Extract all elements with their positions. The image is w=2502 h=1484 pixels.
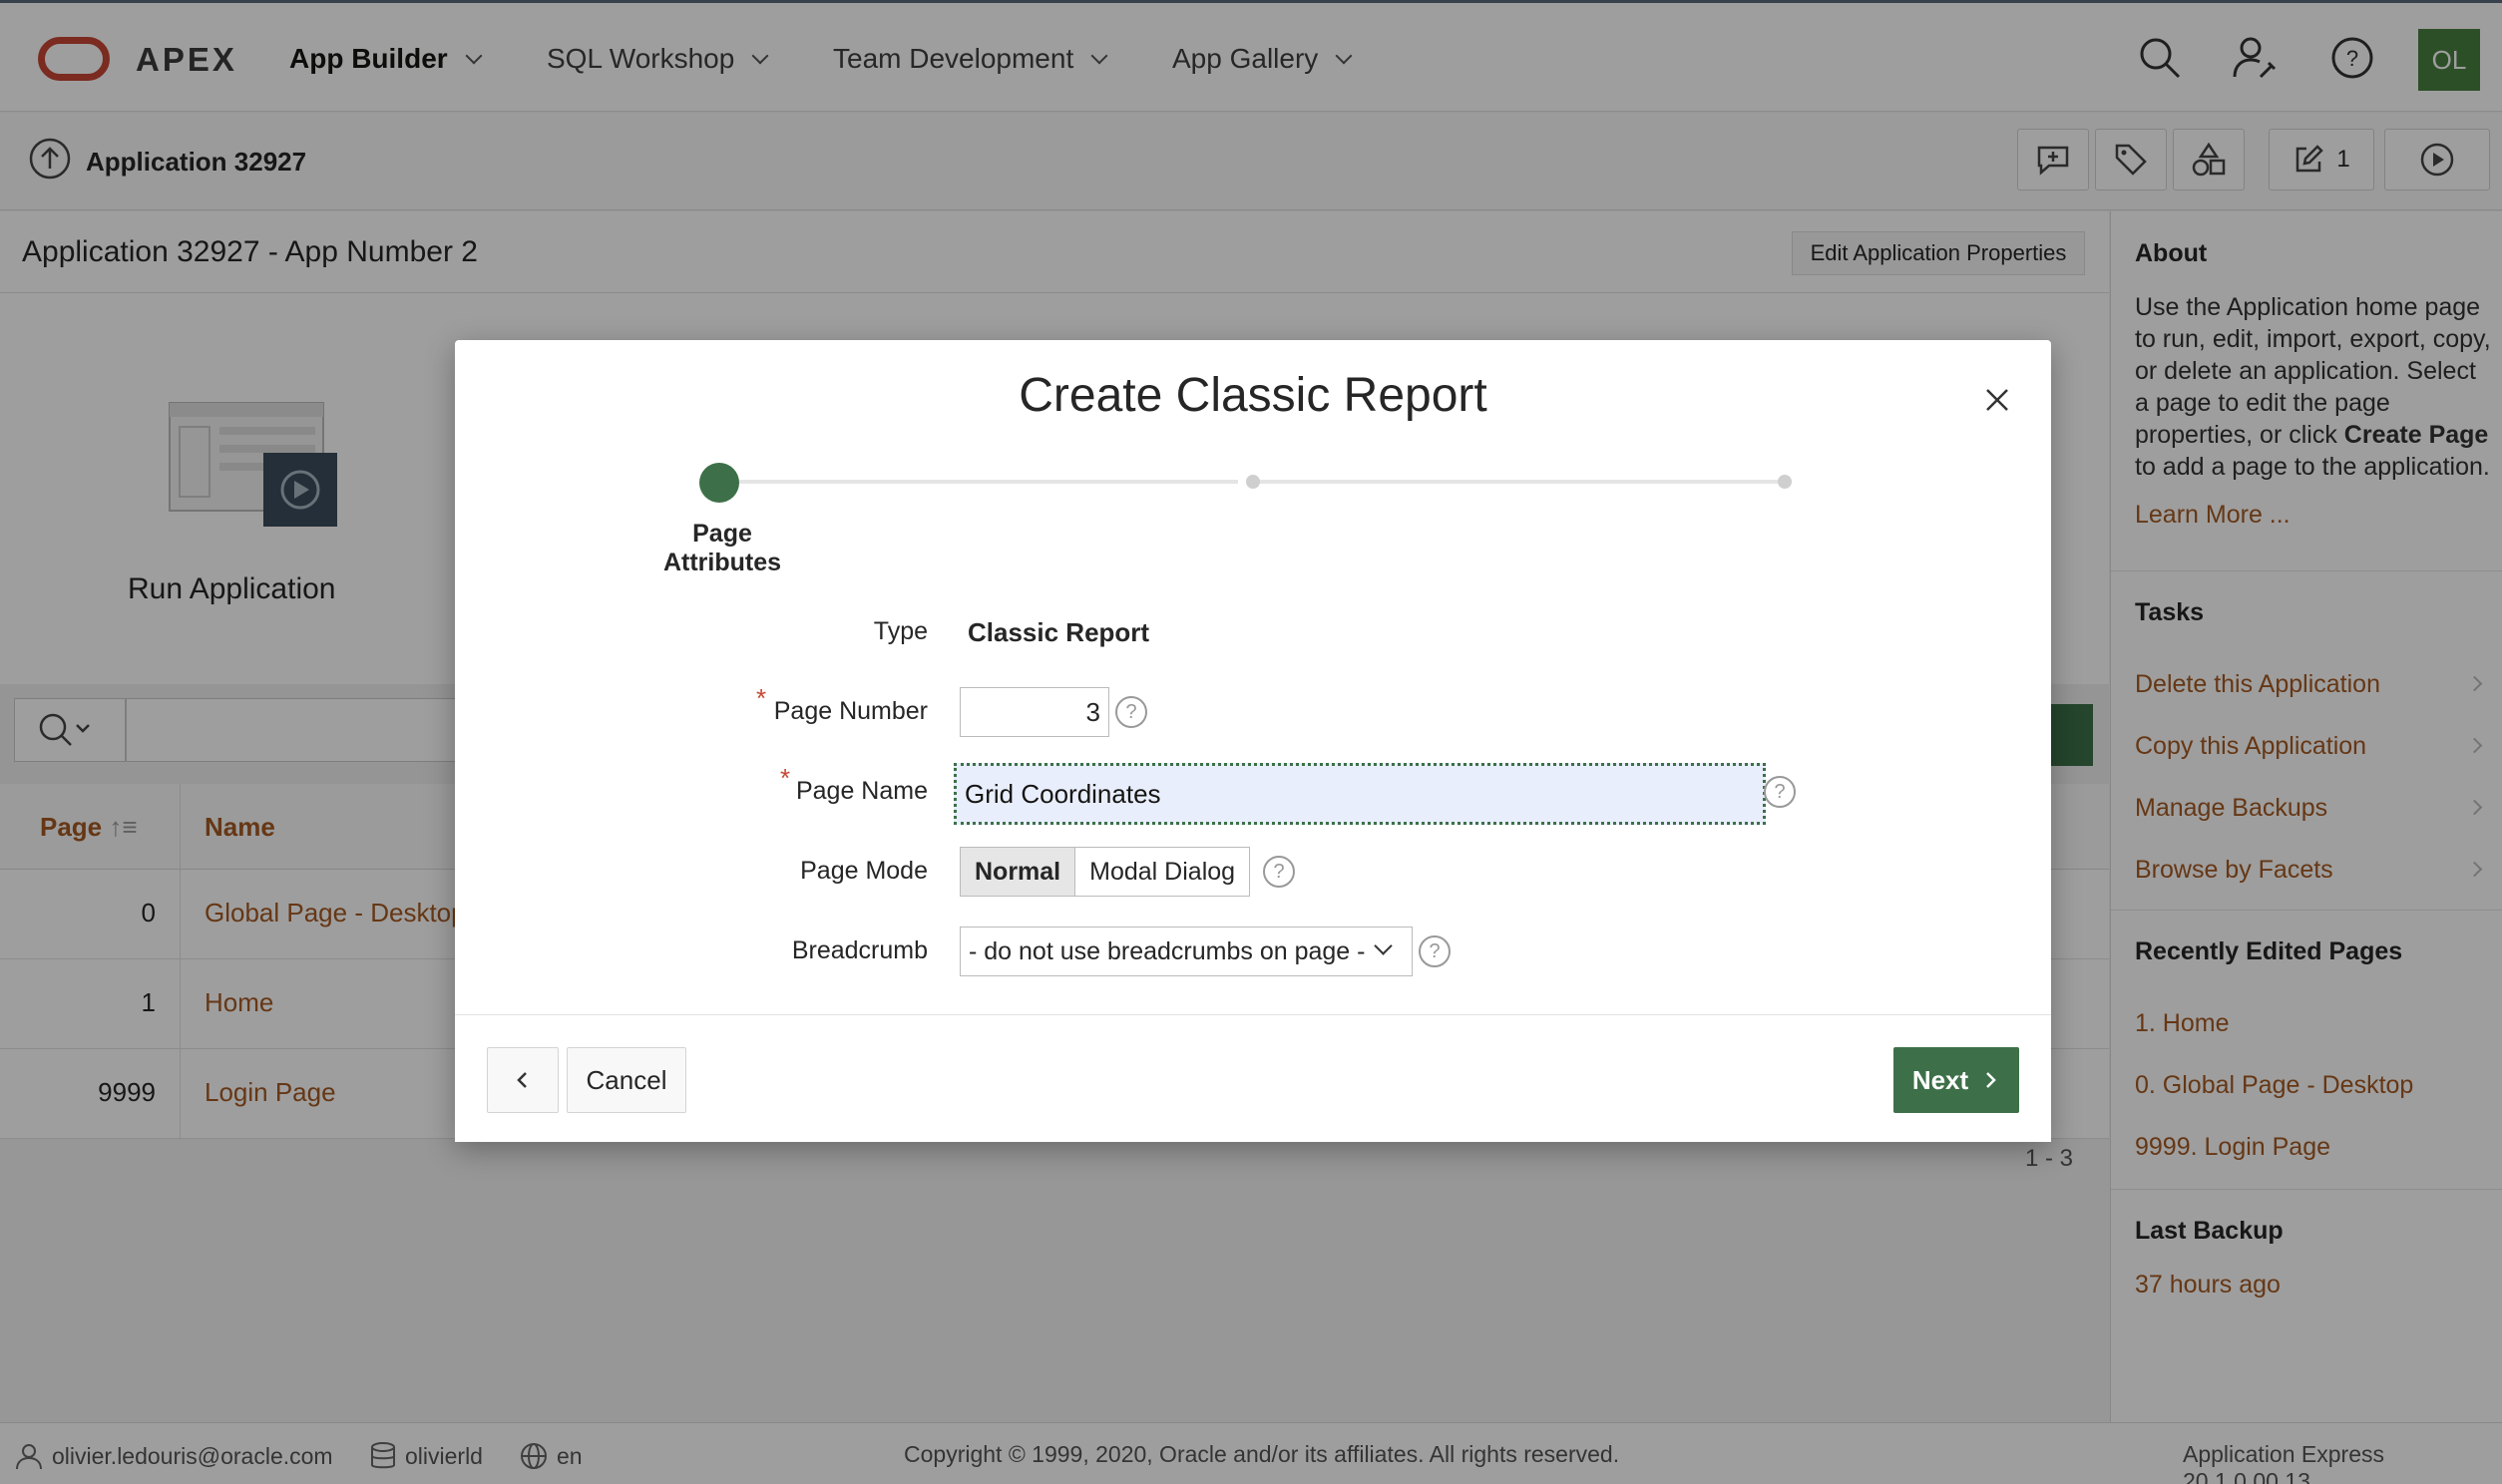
page-mode-radio-group: Normal Modal Dialog xyxy=(960,847,1251,897)
breadcrumb-selected-value: - do not use breadcrumbs on page - xyxy=(969,936,1366,965)
next-button-label: Next xyxy=(1911,1064,1969,1095)
dialog-title: Create Classic Report xyxy=(1019,369,1487,422)
page-mode-normal[interactable]: Normal xyxy=(961,848,1076,896)
type-label: Type xyxy=(873,617,928,645)
wizard-progress-track xyxy=(1253,480,1782,484)
chevron-right-icon xyxy=(1986,1072,1996,1088)
previous-button[interactable] xyxy=(487,1047,559,1113)
help-icon[interactable]: ? xyxy=(1115,696,1147,728)
page-number-input[interactable] xyxy=(960,687,1109,737)
help-icon[interactable]: ? xyxy=(1764,776,1796,808)
chevron-down-icon xyxy=(1374,936,1393,955)
cancel-button[interactable]: Cancel xyxy=(567,1047,686,1113)
page-number-label: Page Number xyxy=(773,697,928,725)
page-mode-modal-dialog[interactable]: Modal Dialog xyxy=(1075,848,1249,896)
breadcrumb-label: Breadcrumb xyxy=(791,936,928,964)
page-name-label: Page Name xyxy=(795,777,928,805)
dialog-footer: Cancel Next xyxy=(455,1014,2051,1142)
create-classic-report-dialog: Create Classic Report Page Attributes Ty… xyxy=(455,340,2051,1142)
help-icon[interactable]: ? xyxy=(1263,856,1295,888)
wizard-step-label: Page Attributes xyxy=(662,520,782,576)
type-value: Classic Report xyxy=(968,617,1150,647)
next-button[interactable]: Next xyxy=(1893,1047,2019,1113)
close-icon[interactable] xyxy=(1977,380,2017,420)
wizard-progress-track xyxy=(719,480,1238,484)
page-mode-label: Page Mode xyxy=(800,857,928,885)
wizard-step xyxy=(1246,475,1260,489)
page-name-input[interactable] xyxy=(954,763,1766,825)
wizard-step-current xyxy=(699,463,739,503)
wizard-step xyxy=(1778,475,1792,489)
help-icon[interactable]: ? xyxy=(1419,935,1451,967)
breadcrumb-select[interactable]: - do not use breadcrumbs on page - xyxy=(960,927,1413,976)
chevron-left-icon xyxy=(517,1072,527,1088)
